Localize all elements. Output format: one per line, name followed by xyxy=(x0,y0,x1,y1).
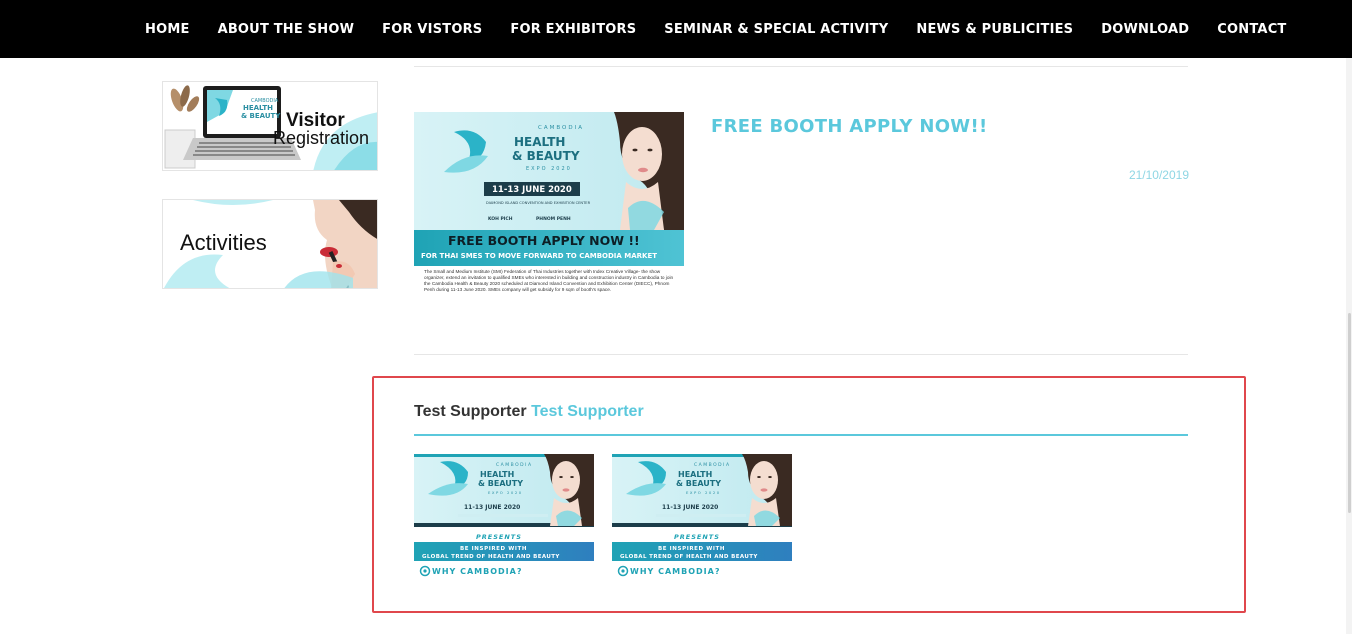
nav-item-about-the-show[interactable]: ABOUT THE SHOW xyxy=(204,0,369,58)
activities-image: Activities xyxy=(163,200,377,288)
nav-item-contact[interactable]: CONTACT xyxy=(1203,0,1300,58)
nav-item-news[interactable]: NEWS & PUBLICITIES xyxy=(902,0,1087,58)
page-scrollbar[interactable] xyxy=(1346,58,1352,634)
supporter-title-underline xyxy=(414,434,1188,436)
svg-text:BE INSPIRED WITH: BE INSPIRED WITH xyxy=(658,546,725,552)
svg-text:11-13 JUNE 2020: 11-13 JUNE 2020 xyxy=(662,504,718,511)
supporter-logo-image: CAMBODIA HEALTH & BEAUTY EXPO 2020 11-13… xyxy=(414,454,594,577)
nav-item-for-visitors[interactable]: FOR VISTORS xyxy=(368,0,496,58)
svg-text:HEALTH: HEALTH xyxy=(480,470,514,479)
svg-text:BE INSPIRED WITH: BE INSPIRED WITH xyxy=(460,546,527,552)
svg-text:WHY CAMBODIA?: WHY CAMBODIA? xyxy=(630,567,720,576)
activities-banner[interactable]: Activities xyxy=(162,199,378,289)
svg-text:DIAMOND ISLAND CONVENTION AND: DIAMOND ISLAND CONVENTION AND EXHIBITION… xyxy=(486,201,591,205)
free-booth-poster: CAMBODIA HEALTH & BEAUTY EXPO 2020 11-13… xyxy=(414,112,684,308)
svg-text:& BEAUTY: & BEAUTY xyxy=(241,112,281,120)
supporter-logo[interactable]: CAMBODIA HEALTH & BEAUTY EXPO 2020 11-13… xyxy=(612,454,792,577)
post-date: 21/10/2019 xyxy=(1128,168,1189,182)
svg-text:FREE BOOTH APPLY NOW !!: FREE BOOTH APPLY NOW !! xyxy=(448,233,640,248)
svg-text:EXPO 2020: EXPO 2020 xyxy=(526,166,572,172)
supporter-title-accent: Test Supporter xyxy=(531,403,644,420)
post-title-link[interactable]: FREE BOOTH APPLY NOW!! xyxy=(711,116,987,137)
svg-text:& BEAUTY: & BEAUTY xyxy=(676,479,721,488)
svg-text:& BEAUTY: & BEAUTY xyxy=(478,479,523,488)
svg-text:& BEAUTY: & BEAUTY xyxy=(512,149,580,163)
svg-text:EXPO 2020: EXPO 2020 xyxy=(488,490,523,495)
svg-text:GLOBAL TREND OF HEALTH AND BEA: GLOBAL TREND OF HEALTH AND BEAUTY xyxy=(422,554,560,560)
nav-menu: HOME ABOUT THE SHOW FOR VISTORS FOR EXHI… xyxy=(131,0,1301,58)
svg-text:PHNOM PENH: PHNOM PENH xyxy=(536,216,571,222)
visitor-banner-line2: Registration xyxy=(273,128,369,148)
scrollbar-thumb[interactable] xyxy=(1348,313,1351,513)
poster-body-text: The Small and Medium Institute (SMI) Fed… xyxy=(424,269,674,292)
svg-text:FOR THAI SMES TO MOVE FORWARD: FOR THAI SMES TO MOVE FORWARD TO CAMBODI… xyxy=(421,252,657,260)
svg-text:KOH PICH: KOH PICH xyxy=(488,216,513,222)
supporter-logo-image: CAMBODIA HEALTH & BEAUTY EXPO 2020 11-13… xyxy=(612,454,792,577)
activities-banner-label: Activities xyxy=(180,230,267,255)
svg-text:11-13 JUNE 2020: 11-13 JUNE 2020 xyxy=(464,504,520,511)
supporter-title-dark: Test Supporter xyxy=(414,403,527,420)
svg-text:HEALTH: HEALTH xyxy=(678,470,712,479)
top-nav: HOME ABOUT THE SHOW FOR VISTORS FOR EXHI… xyxy=(0,0,1352,58)
svg-text:PRESENTS: PRESENTS xyxy=(674,533,720,541)
nav-item-home[interactable]: HOME xyxy=(131,0,204,58)
svg-text:CAMBODIA: CAMBODIA xyxy=(694,462,731,468)
visitor-registration-banner[interactable]: CAMBODIA HEALTH & BEAUTY Visitor Registr… xyxy=(162,81,378,171)
divider-top xyxy=(414,66,1188,67)
svg-text:HEALTH: HEALTH xyxy=(514,135,565,149)
svg-text:CAMBODIA: CAMBODIA xyxy=(538,125,584,131)
svg-text:11-13 JUNE 2020: 11-13 JUNE 2020 xyxy=(492,185,572,195)
visitor-registration-image: CAMBODIA HEALTH & BEAUTY Visitor Registr… xyxy=(163,82,377,170)
nav-item-seminar[interactable]: SEMINAR & SPECIAL ACTIVITY xyxy=(650,0,902,58)
svg-text:CAMBODIA: CAMBODIA xyxy=(496,462,533,468)
svg-text:HEALTH: HEALTH xyxy=(243,104,273,112)
post-thumbnail[interactable]: CAMBODIA HEALTH & BEAUTY EXPO 2020 11-13… xyxy=(414,112,684,308)
nav-item-for-exhibitors[interactable]: FOR EXHIBITORS xyxy=(496,0,650,58)
divider-middle xyxy=(414,354,1188,355)
svg-text:EXPO 2020: EXPO 2020 xyxy=(686,490,721,495)
supporter-logo[interactable]: CAMBODIA HEALTH & BEAUTY EXPO 2020 11-13… xyxy=(414,454,594,577)
supporter-section-title: Test Supporter Test Supporter xyxy=(414,403,644,421)
svg-text:WHY CAMBODIA?: WHY CAMBODIA? xyxy=(432,567,522,576)
svg-text:PRESENTS: PRESENTS xyxy=(476,533,522,541)
svg-text:GLOBAL TREND OF HEALTH AND BEA: GLOBAL TREND OF HEALTH AND BEAUTY xyxy=(620,554,758,560)
nav-item-download[interactable]: DOWNLOAD xyxy=(1087,0,1203,58)
